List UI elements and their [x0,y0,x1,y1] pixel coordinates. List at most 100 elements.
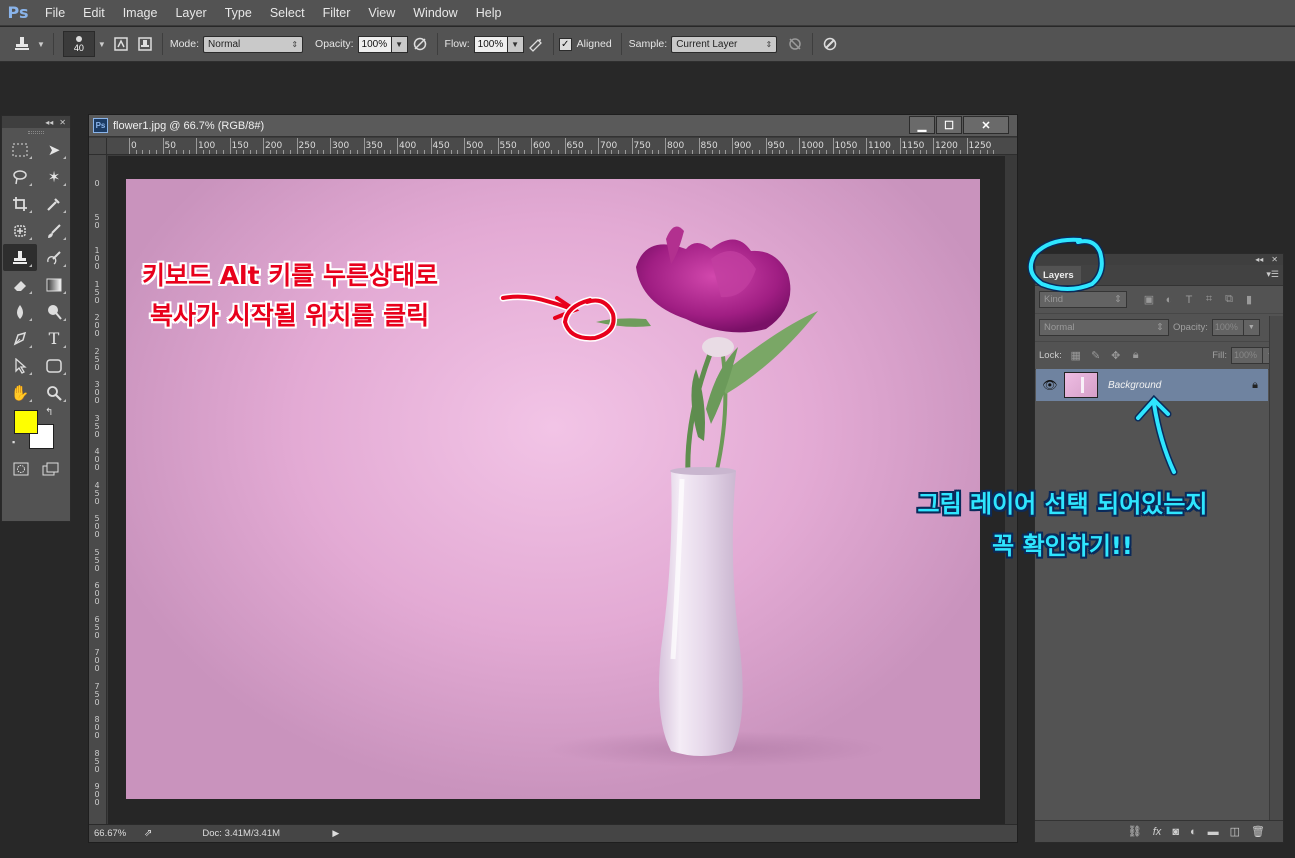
vertical-ruler[interactable]: 0 50 100 150 200 250 300 350 400 450 500 550 600 650 7… [89,155,107,825]
marquee-tool-icon[interactable] [3,136,37,163]
eye-icon[interactable]: 👁︎ [1036,378,1064,392]
rectangle-tool-icon[interactable] [37,352,71,379]
blur-tool-icon[interactable] [3,298,37,325]
opacity-slider-toggle[interactable]: ▼ [391,35,408,53]
menu-select[interactable]: Select [261,0,314,26]
new-layer-icon[interactable]: ◫ [1230,825,1240,838]
filter-pixel-icon[interactable]: ▣ [1139,293,1159,306]
mode-select[interactable]: Normal ⇕ [203,35,304,53]
trash-icon[interactable]: 🗑︎ [1251,825,1265,838]
filter-shape-icon[interactable]: ⌗ [1199,293,1219,306]
foreground-color-swatch[interactable] [14,410,38,434]
lock-all-icon[interactable]: 🔒︎ [1126,349,1146,362]
export-icon[interactable]: ⇗ [144,828,152,839]
filter-type-icon[interactable]: T [1179,294,1199,306]
layer-opacity-slider[interactable]: ▼ [1243,319,1260,336]
layers-scrollbar[interactable] [1269,316,1283,820]
adjustment-layer-icon[interactable]: ◐ [1190,826,1197,838]
ruler-tick [665,138,666,154]
history-brush-tool-icon[interactable] [37,244,71,271]
zoom-tool-icon[interactable] [37,379,71,406]
menu-window[interactable]: Window [404,0,466,26]
flow-slider-toggle[interactable]: ▼ [507,35,524,53]
collapse-icon[interactable]: ◂◂ [1255,255,1263,264]
layer-name[interactable]: Background [1108,380,1252,391]
path-selection-tool-icon[interactable] [3,352,37,379]
status-menu-arrow-icon[interactable]: ▶ [332,828,339,839]
ruler-tick-label: 0 [94,179,100,188]
pressure-size-icon[interactable] [818,33,842,55]
close-icon[interactable]: ✕ [1271,255,1278,264]
filter-toggle-icon[interactable]: ▮ [1239,293,1259,306]
magic-wand-tool-icon[interactable]: ✶ [37,163,71,190]
new-group-icon[interactable]: ▬ [1208,826,1219,838]
type-tool-icon[interactable]: T [37,325,71,352]
default-colors-icon[interactable]: ▪ [12,437,15,447]
pen-tool-icon[interactable] [3,325,37,352]
tools-grip[interactable] [2,128,70,136]
menu-help[interactable]: Help [467,0,511,26]
document-title-bar[interactable]: Ps flower1.jpg @ 66.7% (RGB/8#) ▁ ☐ ✕ [89,115,1017,137]
add-mask-icon[interactable]: ◙ [1172,826,1179,838]
ruler-origin[interactable] [89,138,107,155]
panel-menu-icon[interactable]: ▾☰ [1266,269,1279,280]
menu-type[interactable]: Type [216,0,261,26]
menu-file[interactable]: File [36,0,74,26]
horizontal-ruler[interactable]: 0 50 100 150 200 250 300 350 400 450 500 550 600 650 7… [107,138,1017,155]
sample-select[interactable]: Current Layer ⇕ [671,35,778,53]
menu-edit[interactable]: Edit [74,0,114,26]
dodge-tool-icon[interactable] [37,298,71,325]
ruler-tick-label: 350 [365,141,383,151]
menu-image[interactable]: Image [114,0,167,26]
opacity-input[interactable]: 100% [357,35,392,53]
pressure-opacity-icon[interactable] [408,33,432,55]
close-icon[interactable]: ✕ [59,118,66,127]
flow-input[interactable]: 100% [473,35,508,53]
menu-view[interactable]: View [359,0,404,26]
menu-layer[interactable]: Layer [166,0,215,26]
fx-icon[interactable]: fx [1153,826,1162,838]
layer-opacity-input[interactable]: 100% [1211,319,1244,336]
brush-preset-picker[interactable]: 40 [62,31,95,57]
minimize-button[interactable]: ▁ [909,116,935,134]
chevron-down-icon[interactable]: ▼ [37,40,45,49]
quick-mask-icon[interactable] [13,462,29,479]
collapse-icon[interactable]: ◂◂ [45,118,53,127]
restore-button[interactable]: ☐ [936,116,962,134]
clone-stamp-preset-icon[interactable] [10,33,34,55]
gradient-tool-icon[interactable] [37,271,71,298]
healing-brush-tool-icon[interactable] [3,217,37,244]
close-button[interactable]: ✕ [963,116,1009,134]
eraser-tool-icon[interactable] [3,271,37,298]
lasso-tool-icon[interactable] [3,163,37,190]
ruler-tick-label: 550 [499,141,517,151]
crop-tool-icon[interactable] [3,190,37,217]
eyedropper-tool-icon[interactable] [37,190,71,217]
aligned-checkbox[interactable]: ✓ [558,37,572,51]
clone-stamp-tool-icon[interactable] [3,244,37,271]
link-layers-icon[interactable]: ⛓ [1128,825,1142,838]
lock-position-icon[interactable]: ✥ [1106,349,1126,362]
lock-transparent-icon[interactable]: ▦ [1066,349,1086,362]
lock-pixels-icon[interactable]: ✎ [1086,349,1106,362]
clone-source-panel-icon[interactable] [133,33,157,55]
menu-filter[interactable]: Filter [314,0,360,26]
airbrush-icon[interactable] [524,33,548,55]
photoshop-logo[interactable]: Ps [0,0,36,26]
ruler-tick-label: 700 [94,648,100,673]
swap-colors-icon[interactable]: ↰ [45,407,53,418]
filter-smart-object-icon[interactable]: ⧉ [1219,293,1239,306]
ruler-tick [531,138,532,154]
chevron-down-icon[interactable]: ▼ [98,40,106,49]
blend-mode-select[interactable]: Normal ⇕ [1039,319,1169,336]
zoom-level[interactable]: 66.67% [94,828,144,839]
move-tool-icon[interactable]: ➤ [37,136,71,163]
screen-mode-icon[interactable] [42,462,60,479]
ruler-tick-label: 100 [94,246,100,271]
fill-input[interactable]: 100% [1231,347,1263,364]
hand-tool-icon[interactable]: ✋ [3,379,37,406]
brush-panel-icon[interactable] [109,33,133,55]
filter-adjustment-icon[interactable]: ◐ [1159,294,1179,306]
brush-tool-icon[interactable] [37,217,71,244]
ignore-adjustment-layers-icon[interactable] [783,33,807,55]
